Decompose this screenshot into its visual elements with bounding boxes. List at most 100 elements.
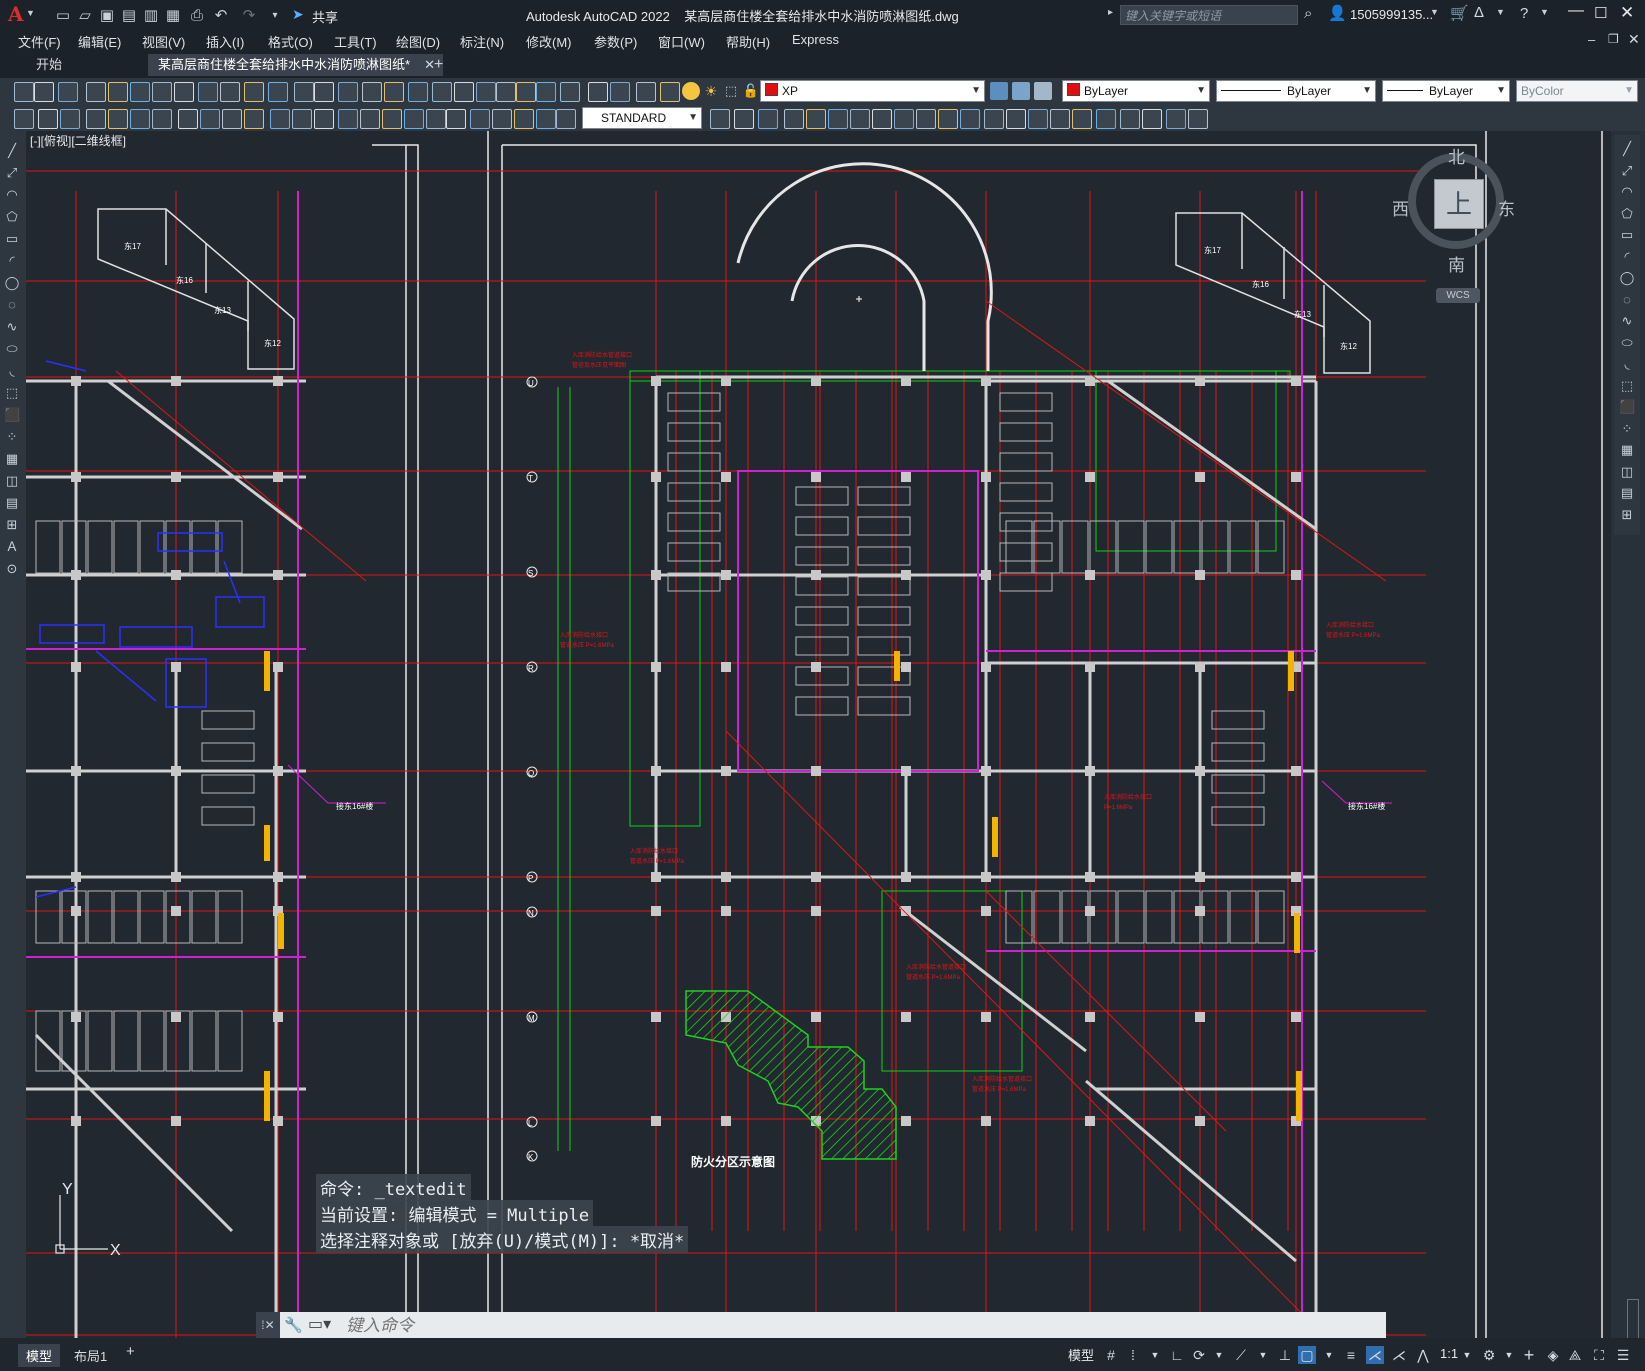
right-modify-tool-icon[interactable]: ⬚ xyxy=(1619,378,1635,394)
standard-tool-icon[interactable] xyxy=(588,82,608,102)
draw-tool-icon[interactable] xyxy=(244,109,264,129)
make-current-layer-icon[interactable] xyxy=(990,82,1008,100)
drawing-canvas[interactable]: 东17 东16 东13 东12 东17 东16 东13 东12 防火分区示意图 … xyxy=(26,131,1611,1338)
draw-tool-icon[interactable] xyxy=(222,109,242,129)
menu-insert[interactable]: 插入(I) xyxy=(206,32,244,51)
standard-tool-icon[interactable] xyxy=(496,82,516,102)
wcs-button[interactable]: WCS xyxy=(1436,288,1480,303)
osnap-icon[interactable]: ▢ xyxy=(1298,1346,1316,1364)
draw-tool-icon[interactable] xyxy=(178,109,198,129)
doc-restore-icon[interactable]: ❐ xyxy=(1608,32,1619,46)
viewcube-top-face[interactable]: 上 xyxy=(1434,179,1484,229)
right-modify-tool-icon[interactable]: ⊞ xyxy=(1619,507,1635,523)
left-draw-tool-icon[interactable]: ⊞ xyxy=(4,517,20,533)
standard-tool-icon[interactable] xyxy=(660,82,680,102)
modify-tool-icon[interactable] xyxy=(806,109,826,129)
standard-tool-icon[interactable] xyxy=(536,82,556,102)
left-draw-tool-icon[interactable]: ▦ xyxy=(4,451,20,467)
layer-thaw-icon[interactable]: ☀ xyxy=(702,82,720,100)
viewcube-north[interactable]: 北 xyxy=(1448,143,1465,168)
doc-close-icon[interactable]: ✕ xyxy=(1628,31,1640,48)
right-modify-tool-icon[interactable]: ⬛ xyxy=(1619,399,1635,415)
modify-tool-icon[interactable] xyxy=(1006,109,1026,129)
save-icon[interactable]: ▣ xyxy=(96,4,118,26)
right-modify-tool-icon[interactable]: ⬭ xyxy=(1619,335,1635,351)
left-draw-tool-icon[interactable]: ◟ xyxy=(4,363,20,379)
viewcube[interactable]: 上 北 南 东 西 xyxy=(1392,143,1518,275)
standard-tool-icon[interactable] xyxy=(338,82,358,102)
account-chevron-icon[interactable]: ▼ xyxy=(1430,7,1439,17)
draw-tool-icon[interactable] xyxy=(446,109,466,129)
color-dropdown[interactable]: ByLayer ▼ xyxy=(1062,80,1210,102)
plot-icon[interactable]: ⎙ xyxy=(186,4,208,26)
standard-tool-icon[interactable] xyxy=(636,82,656,102)
left-draw-tool-icon[interactable]: ▤ xyxy=(4,495,20,511)
draw-tool-icon[interactable] xyxy=(360,109,380,129)
ortho-icon[interactable]: ∟ xyxy=(1168,1346,1186,1364)
left-draw-tool-icon[interactable]: ◠ xyxy=(4,187,20,203)
workspace-gear-icon[interactable]: ⚙ xyxy=(1480,1346,1498,1364)
left-draw-tool-icon[interactable]: ⤢ xyxy=(4,165,20,181)
customization-menu-icon[interactable]: ☰ xyxy=(1614,1346,1632,1364)
right-modify-tool-icon[interactable]: ▭ xyxy=(1619,227,1635,243)
menu-help[interactable]: 帮助(H) xyxy=(726,32,770,51)
right-modify-tool-icon[interactable]: ⬠ xyxy=(1619,206,1635,222)
snap-icon[interactable]: ⁞ xyxy=(1124,1346,1142,1364)
linetype-dropdown[interactable]: ByLayer ▼ xyxy=(1216,80,1376,102)
polar-icon[interactable]: ⟳ xyxy=(1190,1346,1208,1364)
modify-tool-icon[interactable] xyxy=(784,109,804,129)
standard-tool-icon[interactable] xyxy=(244,82,264,102)
standard-tool-icon[interactable] xyxy=(14,82,34,102)
right-modify-tool-icon[interactable]: ◠ xyxy=(1619,184,1635,200)
share-button[interactable]: 共享 xyxy=(312,7,338,26)
modify-tool-icon[interactable] xyxy=(734,109,754,129)
layout1-tab[interactable]: 布局1 xyxy=(66,1344,115,1367)
draw-tool-icon[interactable] xyxy=(38,109,58,129)
save-web-icon[interactable]: ▦ xyxy=(162,4,184,26)
command-input[interactable] xyxy=(344,1314,1378,1338)
right-modify-tool-icon[interactable]: ∿ xyxy=(1619,313,1635,329)
draw-tool-icon[interactable] xyxy=(108,109,128,129)
isodraft-chevron-icon[interactable]: ▼ xyxy=(1254,1346,1272,1364)
workspace-chevron-icon[interactable]: ▼ xyxy=(1500,1346,1518,1364)
maximize-icon[interactable]: ☐ xyxy=(1594,4,1607,22)
modify-tool-icon[interactable] xyxy=(984,109,1004,129)
left-draw-tool-icon[interactable]: ⬭ xyxy=(4,341,20,357)
menu-view[interactable]: 视图(V) xyxy=(142,32,185,51)
standard-tool-icon[interactable] xyxy=(314,82,334,102)
command-line-grip-icon[interactable]: ⁞✕ xyxy=(256,1312,280,1338)
menu-express[interactable]: Express xyxy=(792,32,839,47)
standard-tool-icon[interactable] xyxy=(220,82,240,102)
viewport-controls-label[interactable]: [-][俯视][二维线框] xyxy=(30,132,126,149)
customize-qat-icon[interactable]: ▾ xyxy=(264,4,286,26)
search-input[interactable]: 键入关键字或短语 xyxy=(1120,5,1298,25)
modify-tool-icon[interactable] xyxy=(938,109,958,129)
menu-edit[interactable]: 编辑(E) xyxy=(78,32,121,51)
left-draw-tool-icon[interactable]: ⊙ xyxy=(4,561,20,577)
isolate-objects-icon[interactable]: ◈ xyxy=(1544,1346,1562,1364)
scale-chevron-icon[interactable]: ▼ xyxy=(1458,1346,1476,1364)
modify-tool-icon[interactable] xyxy=(916,109,936,129)
standard-tool-icon[interactable] xyxy=(476,82,496,102)
draw-tool-icon[interactable] xyxy=(338,109,358,129)
menu-dimension[interactable]: 标注(N) xyxy=(460,32,504,51)
modify-tool-icon[interactable] xyxy=(710,109,730,129)
draw-tool-icon[interactable] xyxy=(470,109,490,129)
right-modify-tool-icon[interactable]: ◜ xyxy=(1619,249,1635,265)
save-as-icon[interactable]: ▤ xyxy=(118,4,140,26)
viewcube-west[interactable]: 西 xyxy=(1392,195,1409,220)
user-account-label[interactable]: 1505999135... xyxy=(1350,7,1433,22)
standard-tool-icon[interactable] xyxy=(108,82,128,102)
standard-tool-icon[interactable] xyxy=(34,82,54,102)
search-icon[interactable]: ⌕ xyxy=(1304,5,1312,22)
draw-tool-icon[interactable] xyxy=(426,109,446,129)
modify-tool-icon[interactable] xyxy=(872,109,892,129)
cart-icon[interactable]: 🛒 xyxy=(1450,4,1469,22)
draw-tool-icon[interactable] xyxy=(514,109,534,129)
annotation-scale-icon[interactable]: ⋀ xyxy=(1414,1346,1432,1364)
search-expand-icon[interactable]: ▸ xyxy=(1108,7,1113,18)
layer-on-icon[interactable] xyxy=(682,82,700,100)
clean-screen-icon[interactable]: ⛶ xyxy=(1590,1346,1608,1364)
modify-tool-icon[interactable] xyxy=(1028,109,1048,129)
user-icon[interactable]: 👤 xyxy=(1328,4,1347,22)
